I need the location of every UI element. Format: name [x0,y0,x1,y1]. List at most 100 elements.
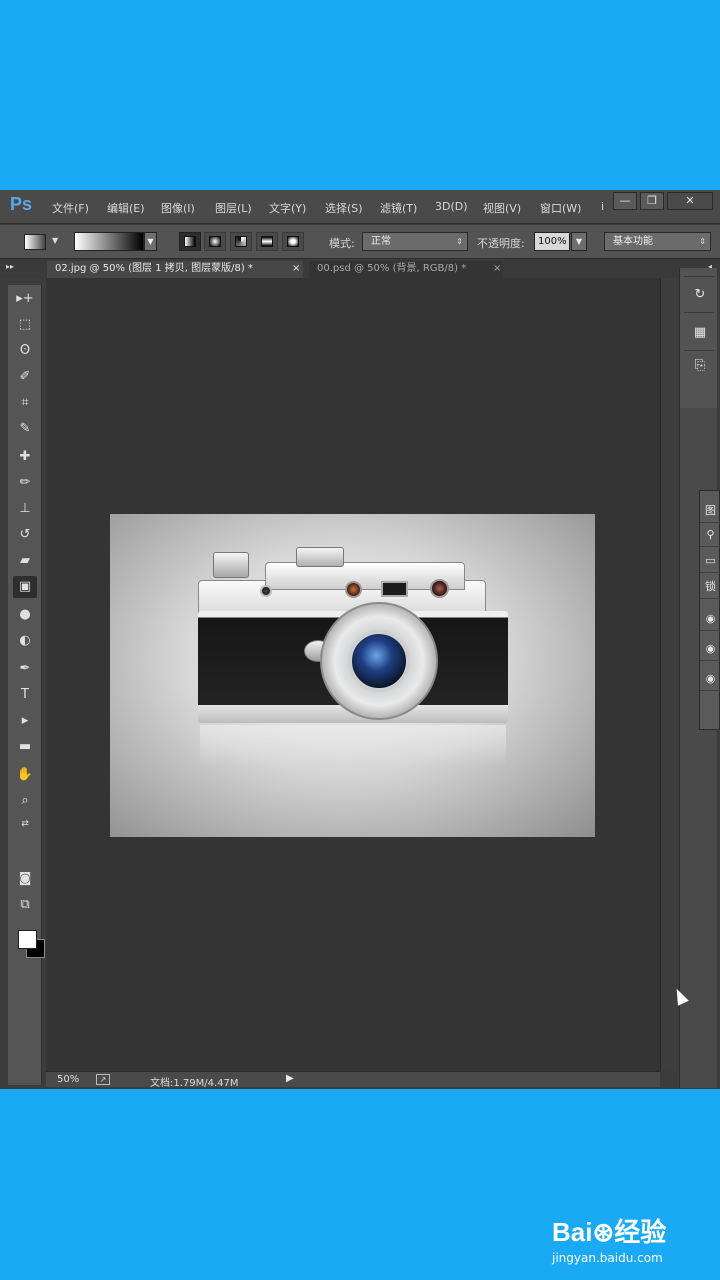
healing-brush-tool-icon[interactable]: ✚ [13,446,37,468]
watermark-url: jingyan.baidu.com [552,1251,663,1265]
eraser-tool-icon[interactable]: ▰ [13,550,37,572]
gradient-tool-icon[interactable]: ▣ [13,576,37,598]
panel-dock: ↻ ▦ ⎘ [679,268,717,408]
tab-label: 02.jpg @ 50% (图层 1 拷贝, 图层蒙版/8) * [55,263,253,274]
zoom-level[interactable]: 50% [57,1074,79,1085]
history-panel-icon[interactable]: ↻ [689,284,711,306]
brush-tool-icon[interactable]: ✏ [13,472,37,494]
marquee-tool-icon[interactable]: ⬚ [13,314,37,336]
menu-layer[interactable]: 图层(L) [215,200,252,216]
dodge-tool-icon[interactable]: ◐ [13,630,37,652]
diamond-gradient-icon [287,236,299,247]
reflected-gradient-icon [261,236,273,247]
mode-value: 正常 [371,236,391,247]
menu-view[interactable]: 视图(V) [483,200,521,216]
properties-panel-icon[interactable]: ▦ [689,322,711,344]
layer-filter-icon[interactable]: ⚲ [700,523,720,547]
close-icon[interactable]: × [493,261,501,277]
photoshop-logo: Ps [10,194,33,214]
eyedropper-tool-icon[interactable]: ✎ [13,418,37,440]
radial-gradient-icon [209,236,221,247]
dock-divider [684,312,714,313]
quick-mask-icon[interactable]: ◙ [13,868,37,890]
path-select-tool-icon[interactable]: ▸ [13,710,37,732]
linear-gradient-icon [184,236,196,247]
workspace-select[interactable]: 基本功能 ⇕ [604,232,711,251]
camera-rangefinder-window [430,579,449,598]
diamond-gradient-button[interactable] [282,232,304,251]
layer-comps-icon[interactable]: ⎘ [689,355,711,377]
menu-filter[interactable]: 滤镜(T) [380,200,417,216]
layers-panel-tab[interactable]: 图 [700,499,720,523]
menu-file[interactable]: 文件(F) [52,200,89,216]
toolbox: ▸+ ⬚ ʘ ✐ ⌗ ✎ ✚ ✏ ⊥ ↺ ▰ ▣ ● ◐ ✒ T ▸ ▬ ✋ ⌕… [8,285,45,1085]
status-bar: 50% ↗ 文档:1.79M/4.47M ▶ [46,1071,660,1089]
gradient-editor-swatch[interactable] [74,232,144,251]
document-tab-bar: ▸▸ 02.jpg @ 50% (图层 1 拷贝, 图层蒙版/8) * × 00… [0,260,720,278]
status-menu-arrow-icon[interactable]: ▶ [286,1073,294,1084]
clone-stamp-tool-icon[interactable]: ⊥ [13,498,37,520]
opacity-label: 不透明度: [477,237,525,250]
radial-gradient-button[interactable] [204,232,226,251]
menu-edit[interactable]: 编辑(E) [107,200,145,216]
type-tool-icon[interactable]: T [13,684,37,706]
menu-select[interactable]: 选择(S) [325,200,363,216]
share-icon[interactable]: ↗ [96,1074,110,1085]
eye-icon[interactable]: ◉ [700,607,720,631]
eye-icon[interactable]: ◉ [700,637,720,661]
menu-help[interactable]: i [601,200,604,213]
blend-mode-icon[interactable]: ▭ [700,549,720,573]
menu-type[interactable]: 文字(Y) [269,200,306,216]
minimize-button[interactable]: — [613,192,637,210]
angle-gradient-button[interactable] [230,232,252,251]
opacity-slider-button[interactable]: ▼ [571,232,587,251]
swap-colors-icon[interactable]: ⇄ [13,813,37,835]
tab-00-psd[interactable]: 00.psd @ 50% (背景, RGB/8) * × [309,261,503,278]
menu-bar: Ps 文件(F) 编辑(E) 图像(I) 图层(L) 文字(Y) 选择(S) 滤… [0,190,720,224]
hand-tool-icon[interactable]: ✋ [13,764,37,786]
chevron-down-icon[interactable]: ▼ [52,236,58,245]
mode-select[interactable]: 正常 ⇕ [362,232,468,251]
crop-tool-icon[interactable]: ⌗ [13,392,37,414]
restore-button[interactable]: ❐ [640,192,664,210]
menu-3d[interactable]: 3D(D) [435,200,468,213]
foreground-color-swatch[interactable] [18,930,37,949]
layers-panel-collapsed: 图 ⚲ ▭ 锁 ◉ ◉ ◉ [699,490,720,730]
collapse-toolbox-icon[interactable]: ▸▸ [6,262,14,271]
shape-tool-icon[interactable]: ▬ [13,736,37,758]
tool-preset-picker[interactable] [24,234,46,250]
document-image-camera[interactable] [110,514,595,837]
dock-divider [684,276,714,277]
menu-image[interactable]: 图像(I) [161,200,195,216]
canvas-area[interactable] [46,278,660,1071]
close-button[interactable]: ✕ [667,192,713,210]
move-tool-icon[interactable]: ▸+ [13,288,37,310]
close-icon[interactable]: × [292,261,300,277]
eye-icon[interactable]: ◉ [700,667,720,691]
pen-tool-icon[interactable]: ✒ [13,658,37,680]
chevron-down-icon: ⇕ [699,237,706,246]
quick-select-tool-icon[interactable]: ✐ [13,366,37,388]
camera-shutter-dial [296,547,344,567]
tab-02-jpg[interactable]: 02.jpg @ 50% (图层 1 拷贝, 图层蒙版/8) * × [47,261,303,278]
zoom-tool-icon[interactable]: ⌕ [13,790,37,812]
opacity-input[interactable]: 100% [534,232,570,251]
camera-lens-glass [348,630,410,692]
gradient-picker-dropdown[interactable]: ▼ [144,232,157,251]
document-size-info: 文档:1.79M/4.47M [150,1078,239,1089]
lasso-tool-icon[interactable]: ʘ [13,340,37,362]
workspace-value: 基本功能 [613,236,653,247]
linear-gradient-button[interactable] [179,232,201,251]
screen-mode-icon[interactable]: ⧉ [13,894,37,916]
canvas-scrollbar[interactable] [660,278,676,1071]
blur-tool-icon[interactable]: ● [13,604,37,626]
options-bar: ▼ ▼ 模式: 正常 ⇕ 不透明度: 100% ▼ 基本功能 ⇕ [0,225,720,259]
menu-window[interactable]: 窗口(W) [540,200,581,216]
camera-knob [260,585,272,597]
history-brush-tool-icon[interactable]: ↺ [13,524,37,546]
camera-reflection [200,725,506,765]
reflected-gradient-button[interactable] [256,232,278,251]
camera-rangefinder-window [345,581,362,598]
angle-gradient-icon [235,236,247,247]
tab-label: 00.psd @ 50% (背景, RGB/8) * [317,263,467,274]
